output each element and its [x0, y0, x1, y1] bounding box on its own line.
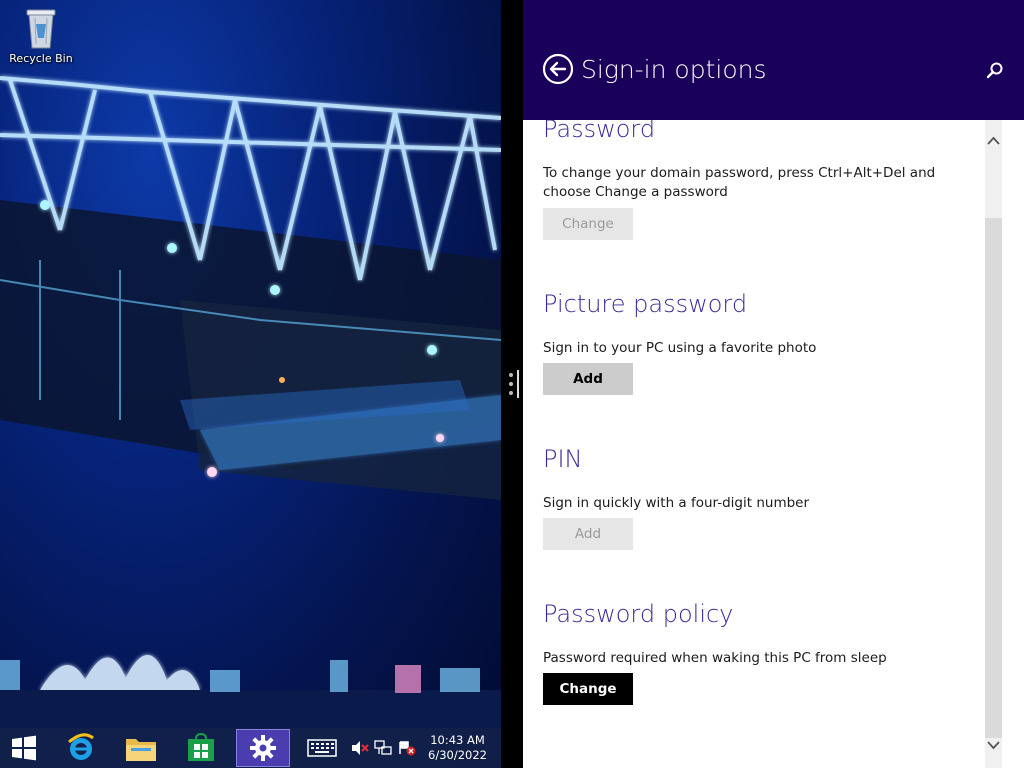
- clock-time: 10:43 AM: [430, 733, 485, 747]
- network-icon[interactable]: [374, 740, 392, 756]
- scroll-down-arrow-icon[interactable]: [985, 736, 1002, 754]
- section-title-password: Password: [543, 120, 656, 143]
- section-title-pin: PIN: [543, 445, 583, 473]
- wallpaper-harbour-bridge: [0, 76, 501, 728]
- recycle-bin-label: Recycle Bin: [9, 52, 73, 65]
- pc-settings-button[interactable]: [236, 729, 290, 767]
- recycle-bin-icon: [24, 6, 58, 50]
- section-desc-password-policy: Password required when waking this PC fr…: [543, 650, 887, 666]
- scrollbar-thumb[interactable]: [985, 218, 1002, 738]
- password-change-button[interactable]: Change: [543, 208, 633, 240]
- search-button[interactable]: [986, 61, 1004, 79]
- desktop: Recycle Bin 10:43 AM 6/30/2022: [0, 0, 501, 768]
- pane-header: Sign-in options: [523, 0, 1024, 120]
- store-button[interactable]: [177, 728, 225, 768]
- section-title-password-policy: Password policy: [543, 600, 734, 628]
- back-arrow-icon: [542, 53, 574, 85]
- windows-logo-icon: [12, 735, 36, 761]
- ie-icon: [68, 733, 94, 760]
- password-policy-change-button[interactable]: Change: [543, 673, 633, 705]
- settings-content: Password To change your domain password,…: [523, 120, 1002, 768]
- recycle-bin[interactable]: Recycle Bin: [8, 4, 74, 65]
- section-desc-password: To change your domain password, press Ct…: [543, 165, 936, 200]
- gear-icon: [250, 735, 276, 761]
- volume-muted-icon[interactable]: [351, 740, 369, 756]
- settings-pane: Sign-in options Password To change your …: [523, 0, 1024, 768]
- touch-keyboard-button[interactable]: [302, 728, 342, 768]
- start-button[interactable]: [0, 728, 48, 768]
- clock-date: 6/30/2022: [428, 748, 487, 762]
- back-button[interactable]: [542, 53, 574, 85]
- system-clock[interactable]: 10:43 AM 6/30/2022: [420, 733, 495, 763]
- folder-icon: [126, 739, 156, 761]
- page-title: Sign-in options: [581, 55, 767, 84]
- keyboard-icon: [307, 739, 337, 757]
- search-icon: [986, 62, 1003, 79]
- pin-add-button[interactable]: Add: [543, 518, 633, 550]
- scroll-up-arrow-icon[interactable]: [985, 132, 1002, 150]
- file-explorer-button[interactable]: [116, 728, 166, 768]
- snap-divider-grip-icon[interactable]: [508, 370, 520, 398]
- store-icon: [188, 733, 214, 761]
- section-title-picture-password: Picture password: [543, 290, 748, 318]
- internet-explorer-button[interactable]: [58, 728, 104, 768]
- section-desc-pin: Sign in quickly with a four-digit number: [543, 495, 810, 511]
- taskbar: 10:43 AM 6/30/2022: [0, 728, 501, 768]
- picture-password-add-button[interactable]: Add: [543, 363, 633, 395]
- section-desc-picture-password: Sign in to your PC using a favorite phot…: [543, 340, 817, 356]
- action-center-icon[interactable]: [398, 740, 416, 756]
- pane-scrollbar[interactable]: [985, 120, 1002, 768]
